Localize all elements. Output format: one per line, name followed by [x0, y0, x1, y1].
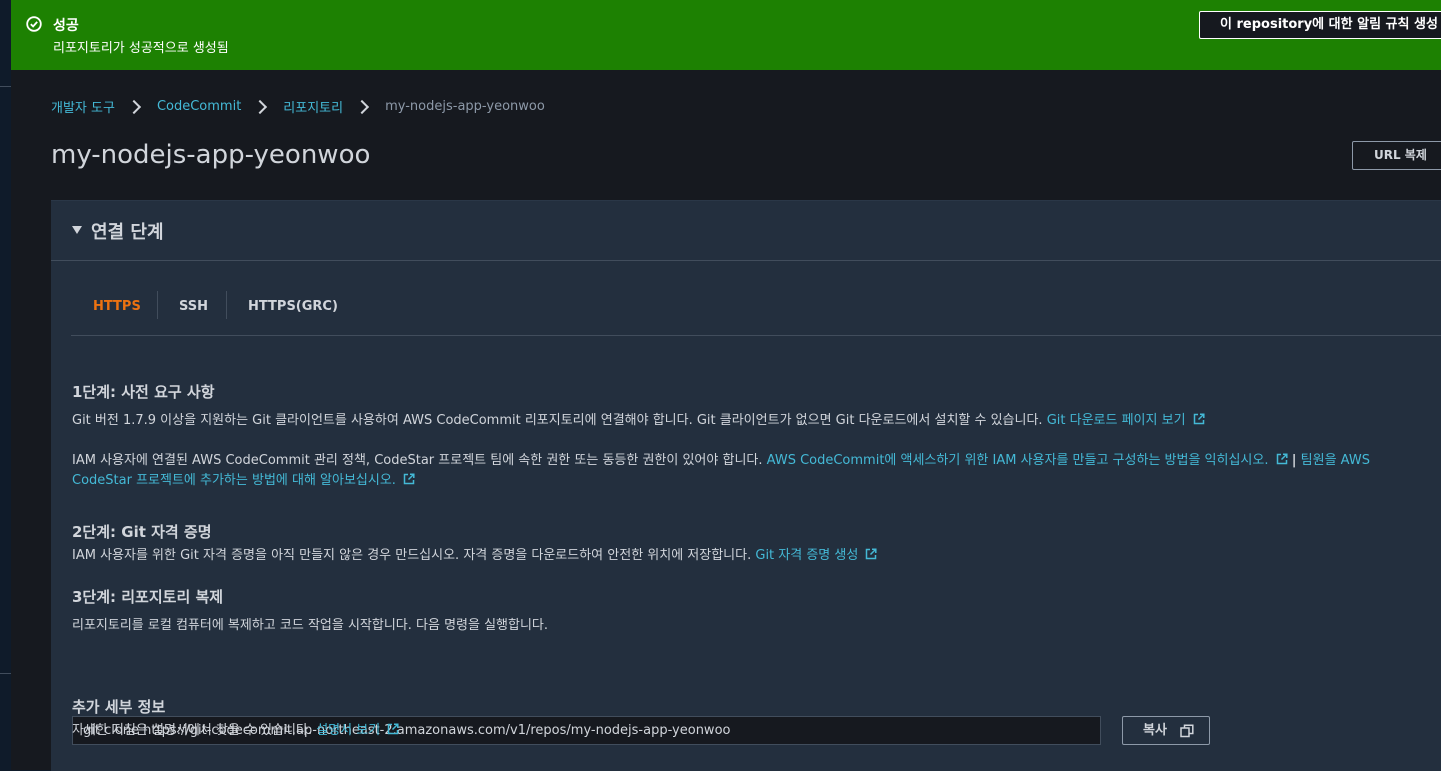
breadcrumb: 개발자 도구 CodeCommit 리포지토리 my-nodejs-app-ye…: [51, 97, 545, 116]
step3-heading: 3단계: 리포지토리 복제: [72, 588, 224, 606]
panel-header[interactable]: 연결 단계: [51, 201, 1441, 261]
git-download-link[interactable]: Git 다운로드 페이지 보기: [1047, 413, 1186, 428]
step1-text2: IAM 사용자에 연결된 AWS CodeCommit 관리 정책, CodeS…: [72, 451, 1422, 491]
chevron-right-icon: [253, 99, 268, 114]
external-link-icon[interactable]: [387, 723, 399, 735]
tab-ssh[interactable]: SSH: [179, 289, 208, 319]
step1-text2-body: IAM 사용자에 연결된 AWS CodeCommit 관리 정책, CodeS…: [72, 453, 763, 468]
copy-button-label: 복사: [1143, 723, 1167, 738]
tab-https[interactable]: HTTPS: [93, 289, 141, 319]
create-notification-rule-button[interactable]: 이 repository에 대한 알림 규칙 생성: [1199, 11, 1441, 39]
main-content: 개발자 도구 CodeCommit 리포지토리 my-nodejs-app-ye…: [11, 70, 1441, 771]
step2-heading: 2단계: Git 자격 증명: [72, 523, 212, 541]
external-link-icon[interactable]: [865, 548, 878, 560]
banner-title: 성공: [53, 18, 79, 34]
breadcrumb-current: my-nodejs-app-yeonwoo: [385, 99, 545, 114]
success-banner: 성공 리포지토리가 성공적으로 생성됨 이 repository에 대한 알림 …: [11, 0, 1441, 70]
breadcrumb-codecommit[interactable]: CodeCommit: [157, 99, 241, 114]
breadcrumb-developer-tools[interactable]: 개발자 도구: [51, 97, 115, 116]
chevron-right-icon: [126, 99, 142, 114]
connection-steps-panel: 연결 단계 HTTPS SSH HTTPS(GRC) 1단계: 사전 요구 사항…: [51, 200, 1441, 771]
check-circle-icon: [26, 16, 42, 32]
protocol-tabs: HTTPS SSH HTTPS(GRC): [71, 289, 1441, 336]
tab-divider: [157, 291, 158, 319]
breadcrumb-repositories[interactable]: 리포지토리: [283, 97, 343, 116]
more-info-heading: 추가 세부 정보: [72, 698, 166, 716]
tab-divider: [226, 291, 227, 319]
iam-user-setup-link[interactable]: AWS CodeCommit에 액세스하기 위한 IAM 사용자를 만들고 구성…: [767, 453, 1269, 468]
more-info-text-body: 자세한 지침은 설명서에서 찾을 수 있습니다.: [72, 723, 313, 738]
panel-title[interactable]: 연결 단계: [91, 218, 164, 244]
step3-text: 리포지토리를 로컬 컴퓨터에 복제하고 코드 작업을 시작합니다. 다음 명령을…: [72, 618, 549, 633]
external-link-icon[interactable]: [403, 473, 415, 485]
tab-https-grc[interactable]: HTTPS(GRC): [248, 289, 338, 319]
rail-divider: [0, 86, 11, 87]
link-separator: |: [1291, 453, 1297, 468]
clone-url-button[interactable]: URL 복제: [1352, 141, 1441, 170]
step1-text1-body: Git 버전 1.7.9 이상을 지원하는 Git 클라이언트를 사용하여 AW…: [72, 413, 1043, 428]
step2-text: IAM 사용자를 위한 Git 자격 증명을 아직 만들지 않은 경우 만드십시…: [72, 546, 1432, 566]
documentation-link[interactable]: 설명서 보기: [316, 723, 380, 738]
external-link-icon[interactable]: [1193, 413, 1205, 425]
banner-message: 리포지토리가 성공적으로 생성됨: [53, 41, 229, 56]
rail-divider: [0, 673, 11, 674]
git-credentials-link[interactable]: Git 자격 증명 생성: [755, 548, 858, 563]
caret-down-icon[interactable]: [72, 226, 82, 234]
page-title: my-nodejs-app-yeonwoo: [51, 140, 371, 170]
more-info-text: 자세한 지침은 설명서에서 찾을 수 있습니다. 설명서 보기: [72, 721, 399, 741]
chevron-right-icon: [355, 99, 370, 114]
step1-text1: Git 버전 1.7.9 이상을 지원하는 Git 클라이언트를 사용하여 AW…: [72, 411, 1432, 431]
copy-icon: [1180, 724, 1194, 738]
external-link-icon[interactable]: [1276, 453, 1288, 465]
copy-button[interactable]: 복사: [1122, 716, 1210, 745]
step2-text-body: IAM 사용자를 위한 Git 자격 증명을 아직 만들지 않은 경우 만드십시…: [72, 548, 752, 563]
step1-heading: 1단계: 사전 요구 사항: [72, 383, 215, 401]
